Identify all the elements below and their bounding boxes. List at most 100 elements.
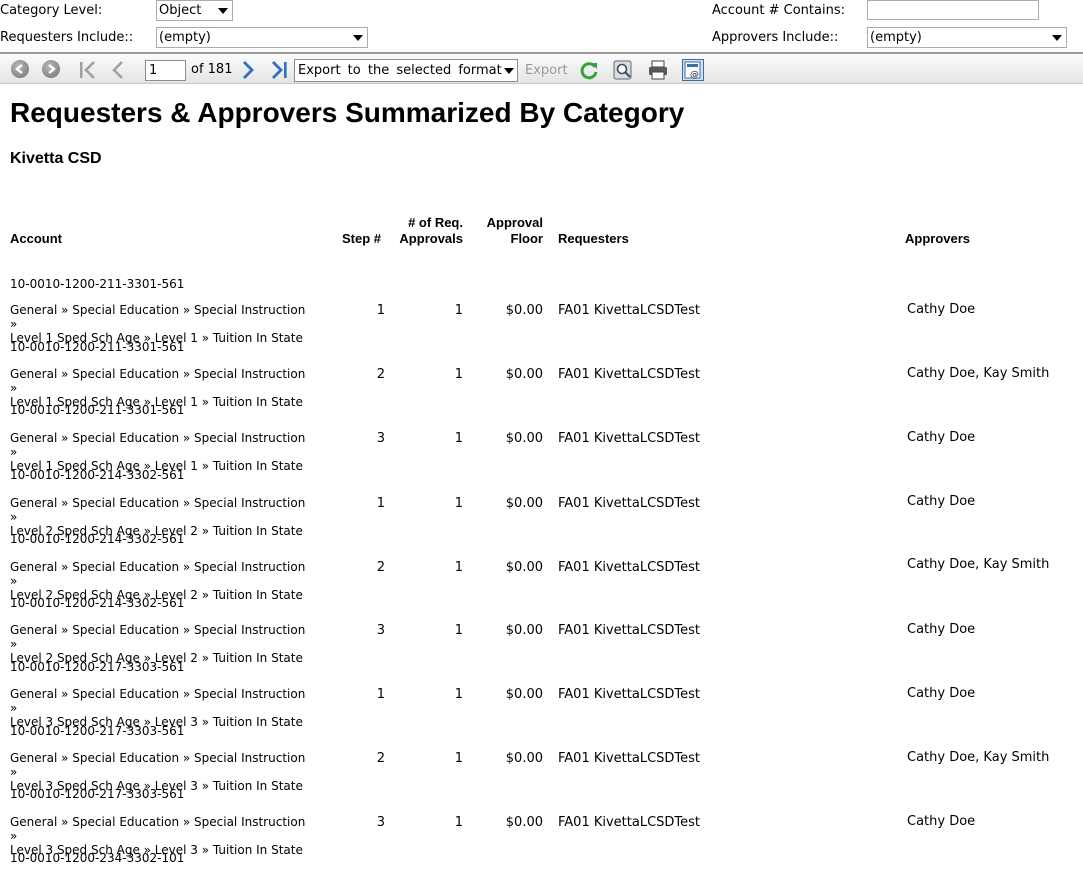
row-step: 2 [376, 751, 385, 766]
chevron-down-icon [504, 68, 514, 74]
back-button[interactable] [11, 60, 29, 78]
row-category-line1: General » Special Education » Special In… [10, 560, 306, 588]
row-account: 10-0010-1200-211-3301-561 [10, 340, 185, 354]
first-page-icon [80, 61, 95, 79]
requesters-include-select[interactable]: (empty) [156, 27, 368, 48]
header-approval-floor-line1: Approval [486, 215, 543, 230]
header-approvers: Approvers [905, 231, 971, 246]
row-step: 1 [376, 303, 385, 318]
approvers-include-select[interactable]: (empty) [867, 27, 1067, 48]
row-requesters: FA01 KivettaLCSDTest [558, 751, 701, 766]
row-requesters: FA01 KivettaLCSDTest [558, 815, 701, 830]
report-subtitle: Kivetta CSD [10, 150, 102, 167]
row-floor: $0.00 [505, 367, 543, 382]
email-report-button[interactable]: @ [682, 59, 704, 81]
row-category-line1: General » Special Education » Special In… [10, 367, 306, 395]
row-approvals: 1 [454, 303, 463, 318]
header-req-approvals-line2: Approvals [399, 231, 463, 246]
row-approvers: Cathy Doe [907, 302, 976, 317]
row-floor: $0.00 [505, 751, 543, 766]
category-level-value: Object [159, 3, 202, 18]
row-floor: $0.00 [505, 496, 543, 511]
export-button[interactable]: Export [525, 63, 568, 78]
row-account: 10-0010-1200-217-3303-561 [10, 724, 185, 738]
row-step: 3 [376, 623, 385, 638]
row-requesters: FA01 KivettaLCSDTest [558, 687, 701, 702]
find-button[interactable] [612, 59, 634, 81]
header-step: Step # [341, 231, 381, 246]
row-category: General » Special Education » Special In… [10, 431, 310, 473]
row-approvers: Cathy Doe, Kay Smith [907, 557, 1050, 572]
row-approvals: 1 [454, 431, 463, 446]
account-contains-input[interactable] [867, 0, 1039, 20]
row-step: 1 [376, 496, 385, 511]
row-category-line1: General » Special Education » Special In… [10, 303, 306, 331]
row-floor: $0.00 [505, 623, 543, 638]
header-req-approvals-line1: # of Req. [408, 215, 463, 230]
find-icon [613, 60, 632, 80]
current-page-input[interactable]: 1 [145, 60, 186, 81]
row-account: 10-0010-1200-217-3303-561 [10, 787, 185, 801]
category-level-select[interactable]: Object [156, 0, 233, 21]
header-approval-floor: Approval Floor [470, 215, 543, 247]
printer-icon [649, 60, 667, 80]
chevron-down-icon [218, 8, 228, 14]
row-category: General » Special Education » Special In… [10, 303, 310, 345]
row-approvals: 1 [454, 496, 463, 511]
print-button[interactable] [647, 59, 669, 81]
row-category-line1: General » Special Education » Special In… [10, 496, 306, 524]
row-approvers: Cathy Doe [907, 430, 976, 445]
header-account: Account [10, 231, 62, 246]
row-approvals: 1 [454, 367, 463, 382]
row-approvers: Cathy Doe [907, 814, 976, 829]
export-format-value: Export to the selected format [298, 63, 502, 78]
row-floor: $0.00 [505, 815, 543, 830]
arrow-left-icon [15, 64, 23, 74]
row-approvals: 1 [454, 623, 463, 638]
chevron-right-icon [243, 61, 254, 79]
row-requesters: FA01 KivettaLCSDTest [558, 303, 701, 318]
row-category-line1: General » Special Education » Special In… [10, 431, 306, 459]
row-account: 10-0010-1200-214-3302-561 [10, 532, 185, 546]
email-report-icon: @ [684, 61, 701, 80]
chevron-down-icon [1052, 35, 1062, 41]
row-requesters: FA01 KivettaLCSDTest [558, 367, 701, 382]
row-approvals: 1 [454, 687, 463, 702]
row-step: 2 [376, 560, 385, 575]
export-format-select[interactable]: Export to the selected format [294, 59, 518, 82]
row-step: 3 [376, 431, 385, 446]
row-category-line1: General » Special Education » Special In… [10, 623, 306, 651]
row-step: 2 [376, 367, 385, 382]
row-floor: $0.00 [505, 687, 543, 702]
row-account: 10-0010-1200-234-3302-101 [10, 851, 185, 865]
row-step: 3 [376, 815, 385, 830]
next-page-button[interactable] [240, 59, 256, 81]
last-page-button[interactable] [270, 59, 290, 81]
row-category-line1: General » Special Education » Special In… [10, 751, 306, 779]
report-toolbar: 1 of 181 Export to the selected format E… [0, 52, 1083, 84]
row-requesters: FA01 KivettaLCSDTest [558, 560, 701, 575]
arrow-right-icon [48, 64, 56, 74]
page-count-label: of 181 [191, 62, 233, 77]
first-page-button[interactable] [78, 59, 98, 81]
header-approval-floor-line2: Floor [510, 231, 544, 246]
row-floor: $0.00 [505, 560, 543, 575]
row-category-line1: General » Special Education » Special In… [10, 687, 306, 715]
chevron-left-icon [112, 61, 123, 79]
row-account: 10-0010-1200-214-3302-561 [10, 468, 185, 482]
last-page-icon [272, 61, 287, 79]
row-approvals: 1 [454, 560, 463, 575]
row-requesters: FA01 KivettaLCSDTest [558, 496, 701, 511]
row-account: 10-0010-1200-211-3301-561 [10, 277, 185, 291]
row-category: General » Special Education » Special In… [10, 687, 310, 729]
refresh-button[interactable] [578, 59, 600, 81]
row-approvers: Cathy Doe, Kay Smith [907, 366, 1050, 381]
row-requesters: FA01 KivettaLCSDTest [558, 623, 701, 638]
row-approvals: 1 [454, 751, 463, 766]
row-account: 10-0010-1200-211-3301-561 [10, 403, 185, 417]
parameter-area: Category Level: Object Requesters Includ… [0, 0, 1083, 52]
forward-button[interactable] [42, 60, 60, 78]
row-category-line1: General » Special Education » Special In… [10, 815, 306, 843]
category-level-label: Category Level: [0, 3, 103, 18]
previous-page-button[interactable] [110, 59, 126, 81]
